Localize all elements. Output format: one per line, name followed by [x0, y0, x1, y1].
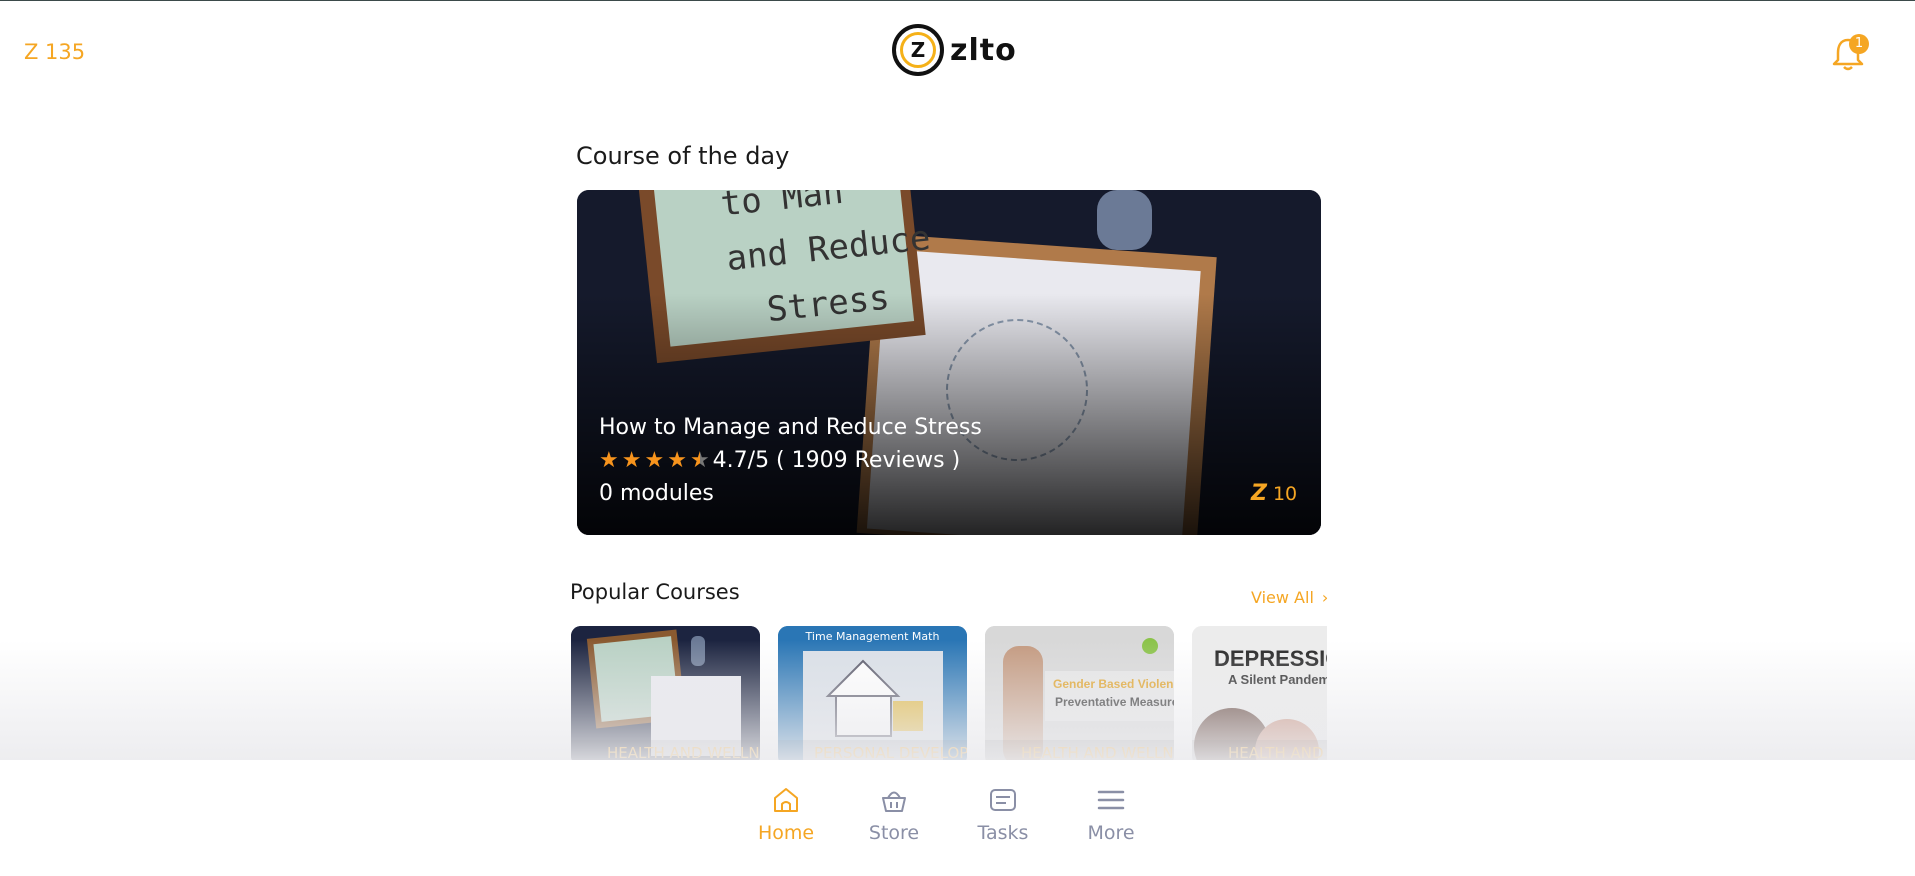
logo-text: zlto — [950, 32, 1017, 68]
nav-home[interactable]: Home — [741, 784, 831, 844]
rating-text: 4.7/5 ( 1909 Reviews ) — [712, 448, 961, 473]
nav-store-label: Store — [868, 822, 920, 844]
course-thumb-caption: Time Management Math — [805, 630, 940, 643]
reward-amount: 10 — [1272, 482, 1298, 505]
view-all-link[interactable]: View All › — [1251, 588, 1328, 607]
course-of-day-heading: Course of the day — [576, 142, 790, 170]
svg-text:A Silent Pandemic: A Silent Pandemic — [1228, 672, 1327, 687]
star-icon: ★ — [667, 448, 687, 473]
nav-home-label: Home — [757, 822, 815, 844]
tasks-icon — [990, 789, 1016, 811]
half-star-icon: ★ — [689, 448, 710, 473]
course-card[interactable]: DEPRESSION A Silent Pandemic HEALTH AND … — [1192, 626, 1327, 760]
course-card[interactable]: Gender Based Violence Preventative Measu… — [985, 626, 1174, 760]
nav-store[interactable]: Store — [849, 784, 939, 844]
notification-badge: 1 — [1849, 34, 1869, 54]
nav-more-label: More — [1087, 822, 1135, 844]
top-border — [0, 0, 1915, 1]
star-icon: ★ — [621, 448, 642, 473]
course-category: HEALTH AND WELLNESS — [1192, 740, 1327, 760]
logo-mark: Z — [900, 32, 936, 68]
basket-icon — [882, 791, 906, 812]
course-card[interactable]: Time Management Math PERSONAL DEVELOPMEN… — [778, 626, 967, 760]
chevron-right-icon: › — [1321, 588, 1329, 607]
star-icon: ★ — [644, 448, 665, 473]
zlto-coin-icon: Z — [1251, 481, 1267, 506]
course-card[interactable]: HEALTH AND WELLNESS — [571, 626, 760, 760]
nav-tasks-label: Tasks — [977, 822, 1029, 844]
svg-text:Gender Based Violence: Gender Based Violence — [1053, 677, 1174, 691]
nav-tasks[interactable]: Tasks — [958, 784, 1048, 844]
module-count: 0 modules — [599, 481, 714, 506]
menu-icon — [1097, 790, 1125, 810]
nav-more[interactable]: More — [1066, 784, 1156, 844]
popular-courses-carousel[interactable]: HEALTH AND WELLNESS Time Management Math… — [571, 626, 1327, 760]
logo-circle: Z — [892, 24, 944, 76]
bottom-navigation: Home Store Tasks More — [0, 760, 1915, 876]
course-category: PERSONAL DEVELOPMENT — [778, 740, 967, 760]
zlto-logo[interactable]: Z zlto — [892, 24, 1017, 76]
svg-text:Preventative Measures: Preventative Measures — [1055, 695, 1174, 709]
view-all-label: View All — [1251, 588, 1314, 607]
course-reward: Z 10 — [1251, 481, 1297, 506]
svg-text:DEPRESSION: DEPRESSION — [1214, 646, 1327, 671]
course-rating: ★ ★ ★ ★ ★ 4.7/5 ( 1909 Reviews ) — [599, 448, 960, 473]
course-of-day-card[interactable]: and Reduce Stress to Man How to Manage a… — [577, 190, 1321, 535]
home-icon — [774, 788, 798, 812]
popular-courses-heading: Popular Courses — [570, 580, 740, 604]
course-title: How to Manage and Reduce Stress — [599, 415, 982, 440]
zlto-balance[interactable]: Z 135 — [24, 40, 85, 64]
course-category: HEALTH AND WELLNESS — [571, 740, 760, 760]
star-icon: ★ — [599, 448, 619, 473]
course-category: HEALTH AND WELLNESS — [985, 740, 1174, 760]
